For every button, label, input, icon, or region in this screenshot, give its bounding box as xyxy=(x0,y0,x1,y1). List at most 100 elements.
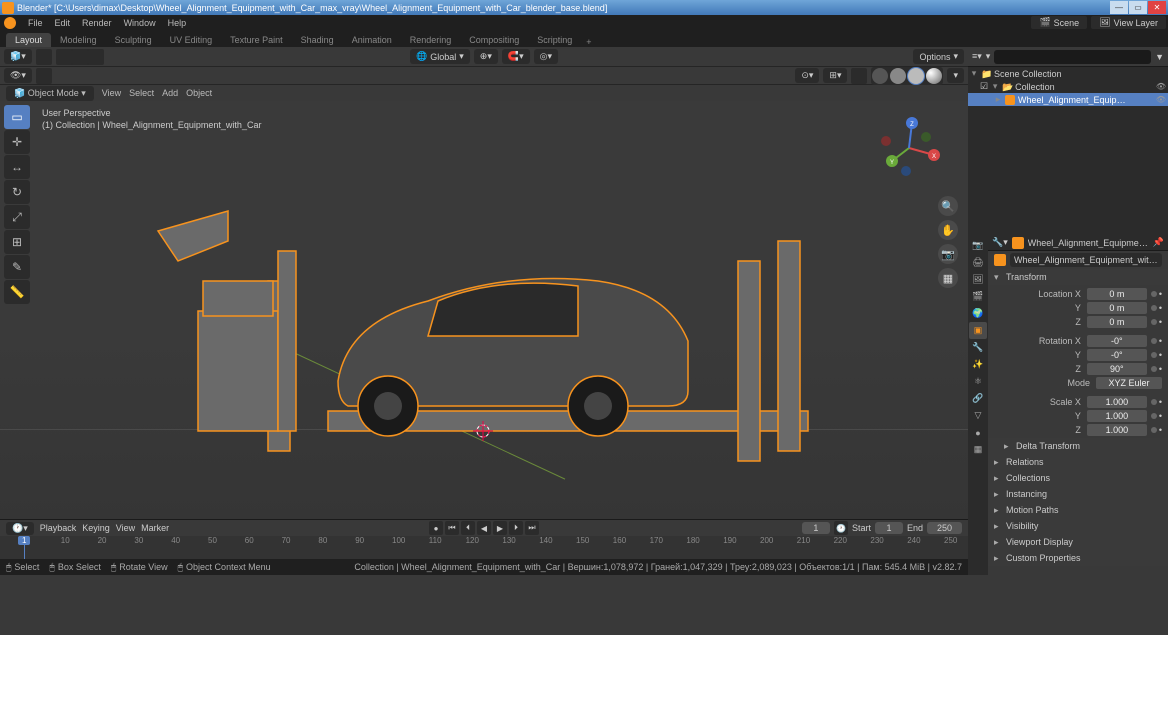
lock-z[interactable] xyxy=(1151,319,1157,325)
outliner-search[interactable] xyxy=(994,50,1151,64)
menu-window[interactable]: Window xyxy=(118,18,162,28)
shading-material[interactable] xyxy=(908,68,924,84)
properties-editor-selector[interactable]: 🔧▾ xyxy=(992,237,1008,248)
show-overlays-2[interactable] xyxy=(72,49,88,65)
mode-selector[interactable]: 🧊 Object Mode ▾ xyxy=(6,86,94,101)
show-overlays-1[interactable] xyxy=(56,49,72,65)
pin-icon[interactable]: 📌 xyxy=(1153,237,1164,248)
panel-delta-transform[interactable]: ▸Delta Transform xyxy=(988,438,1168,454)
rotation-z[interactable]: 90° xyxy=(1087,363,1147,375)
panel-visibility[interactable]: ▸Visibility xyxy=(988,518,1168,534)
tool-annotate[interactable]: ✎ xyxy=(4,255,30,279)
overlay-toggle[interactable]: ⊞▾ xyxy=(823,68,847,83)
proportional-edit[interactable]: ◎▾ xyxy=(534,49,558,64)
tab-sculpting[interactable]: Sculpting xyxy=(106,33,161,47)
props-tab-texture[interactable]: ▦ xyxy=(969,441,987,458)
tool-transform[interactable]: ⊞ xyxy=(4,230,30,254)
props-tab-output[interactable]: 🖨 xyxy=(969,254,987,271)
panel-custom-properties[interactable]: ▸Custom Properties xyxy=(988,550,1168,566)
tab-texture[interactable]: Texture Paint xyxy=(221,33,292,47)
scale-x[interactable]: 1.000 xyxy=(1087,396,1147,408)
panel-collections[interactable]: ▸Collections xyxy=(988,470,1168,486)
jump-end[interactable]: ⏭ xyxy=(525,521,539,535)
tab-shading[interactable]: Shading xyxy=(292,33,343,47)
shading-solid[interactable] xyxy=(890,68,906,84)
menu-select[interactable]: Select xyxy=(129,88,154,98)
tool-cursor[interactable]: ✛ xyxy=(4,130,30,154)
tl-keying[interactable]: Keying xyxy=(82,523,110,533)
props-tab-render[interactable]: 📷 xyxy=(969,237,987,254)
viewport-3d[interactable]: User Perspective (1) Collection | Wheel_… xyxy=(0,101,968,519)
keyframe-next[interactable]: ⏵ xyxy=(509,521,523,535)
props-tab-particles[interactable]: ✨ xyxy=(969,356,987,373)
selectability-dropdown[interactable]: 👁▾ xyxy=(4,68,32,83)
maximize-button[interactable]: ▭ xyxy=(1129,1,1147,14)
tool-rotate[interactable]: ↻ xyxy=(4,180,30,204)
minimize-button[interactable]: — xyxy=(1110,1,1128,14)
jump-start[interactable]: ⏮ xyxy=(445,521,459,535)
autokey-toggle[interactable]: ● xyxy=(429,521,443,535)
viewlayer-selector[interactable]: 🖼 View Layer xyxy=(1091,16,1166,29)
props-tab-world[interactable]: 🌍 xyxy=(969,305,987,322)
tool-move[interactable]: ↔ xyxy=(4,155,30,179)
props-tab-object[interactable]: ▣ xyxy=(969,322,987,339)
rotation-mode[interactable]: XYZ Euler xyxy=(1096,377,1162,389)
tl-marker[interactable]: Marker xyxy=(141,523,169,533)
breadcrumb-object[interactable]: Wheel_Alignment_Equipment_with_Car xyxy=(1028,238,1149,248)
tool-measure[interactable]: 📏 xyxy=(4,280,30,304)
current-frame[interactable]: 1 xyxy=(802,522,830,534)
props-tab-scene[interactable]: 🎬 xyxy=(969,288,987,305)
tab-compositing[interactable]: Compositing xyxy=(460,33,528,47)
outliner-collection[interactable]: ☑▾📂Collection 👁 xyxy=(968,80,1168,93)
rotation-y[interactable]: -0° xyxy=(1087,349,1147,361)
menu-object[interactable]: Object xyxy=(186,88,212,98)
lock-sx[interactable] xyxy=(1151,399,1157,405)
visibility-toggle[interactable]: 👁 xyxy=(1156,95,1166,104)
menu-help[interactable]: Help xyxy=(162,18,193,28)
frame-start[interactable]: 1 xyxy=(875,522,903,534)
object-name-field[interactable]: Wheel_Alignment_Equipment_with_Car xyxy=(1010,253,1162,267)
panel-relations[interactable]: ▸Relations xyxy=(988,454,1168,470)
menu-file[interactable]: File xyxy=(22,18,49,28)
close-button[interactable]: ✕ xyxy=(1148,1,1166,14)
panel-viewport-display[interactable]: ▸Viewport Display xyxy=(988,534,1168,550)
transform-orientation[interactable]: 🌐 Global ▾ xyxy=(410,49,470,64)
gizmo-visibility[interactable]: ⊙▾ xyxy=(795,68,819,83)
lock-x[interactable] xyxy=(1151,291,1157,297)
panel-motion-paths[interactable]: ▸Motion Paths xyxy=(988,502,1168,518)
props-tab-constraints[interactable]: 🔗 xyxy=(969,390,987,407)
visibility-toggle[interactable]: 👁 xyxy=(1156,82,1166,91)
persp-ortho-icon[interactable]: ▦ xyxy=(938,268,958,288)
props-tab-modifiers[interactable]: 🔧 xyxy=(969,339,987,356)
camera-icon[interactable]: 📷 xyxy=(938,244,958,264)
tool-scale[interactable]: ⤢ xyxy=(4,205,30,229)
props-tab-physics[interactable]: ⚛ xyxy=(969,373,987,390)
tab-scripting[interactable]: Scripting xyxy=(528,33,581,47)
tab-uv[interactable]: UV Editing xyxy=(161,33,222,47)
preview-range-toggle[interactable]: 🕐 xyxy=(834,521,848,535)
toggle-gizmo[interactable] xyxy=(36,68,52,84)
location-z[interactable]: 0 m xyxy=(1087,316,1147,328)
scene-selector[interactable]: 🎬 Scene xyxy=(1031,16,1087,29)
lock-sy[interactable] xyxy=(1151,413,1157,419)
rotation-x[interactable]: -0° xyxy=(1087,335,1147,347)
editor-type-selector[interactable]: 🧊▾ xyxy=(4,49,32,64)
tl-playback[interactable]: Playback xyxy=(40,523,77,533)
add-workspace-button[interactable]: + xyxy=(581,37,596,47)
tab-layout[interactable]: Layout xyxy=(6,33,51,47)
timeline-editor-selector[interactable]: 🕐▾ xyxy=(6,522,34,535)
menu-edit[interactable]: Edit xyxy=(49,18,77,28)
outliner-display-mode[interactable]: ▾ xyxy=(986,51,991,62)
menu-render[interactable]: Render xyxy=(76,18,118,28)
props-tab-data[interactable]: ▽ xyxy=(969,407,987,424)
tab-animation[interactable]: Animation xyxy=(343,33,401,47)
location-x[interactable]: 0 m xyxy=(1087,288,1147,300)
lock-rx[interactable] xyxy=(1151,338,1157,344)
menu-view[interactable]: View xyxy=(102,88,121,98)
outliner-object[interactable]: ▸Wheel_Alignment_Equipment_with_Car 👁 xyxy=(968,93,1168,106)
navigation-gizmo[interactable]: X Y Z xyxy=(874,113,944,183)
frame-end[interactable]: 250 xyxy=(927,522,962,534)
props-tab-material[interactable]: ● xyxy=(969,424,987,441)
outliner-scene-collection[interactable]: ▾📁Scene Collection xyxy=(968,67,1168,80)
lock-y[interactable] xyxy=(1151,305,1157,311)
